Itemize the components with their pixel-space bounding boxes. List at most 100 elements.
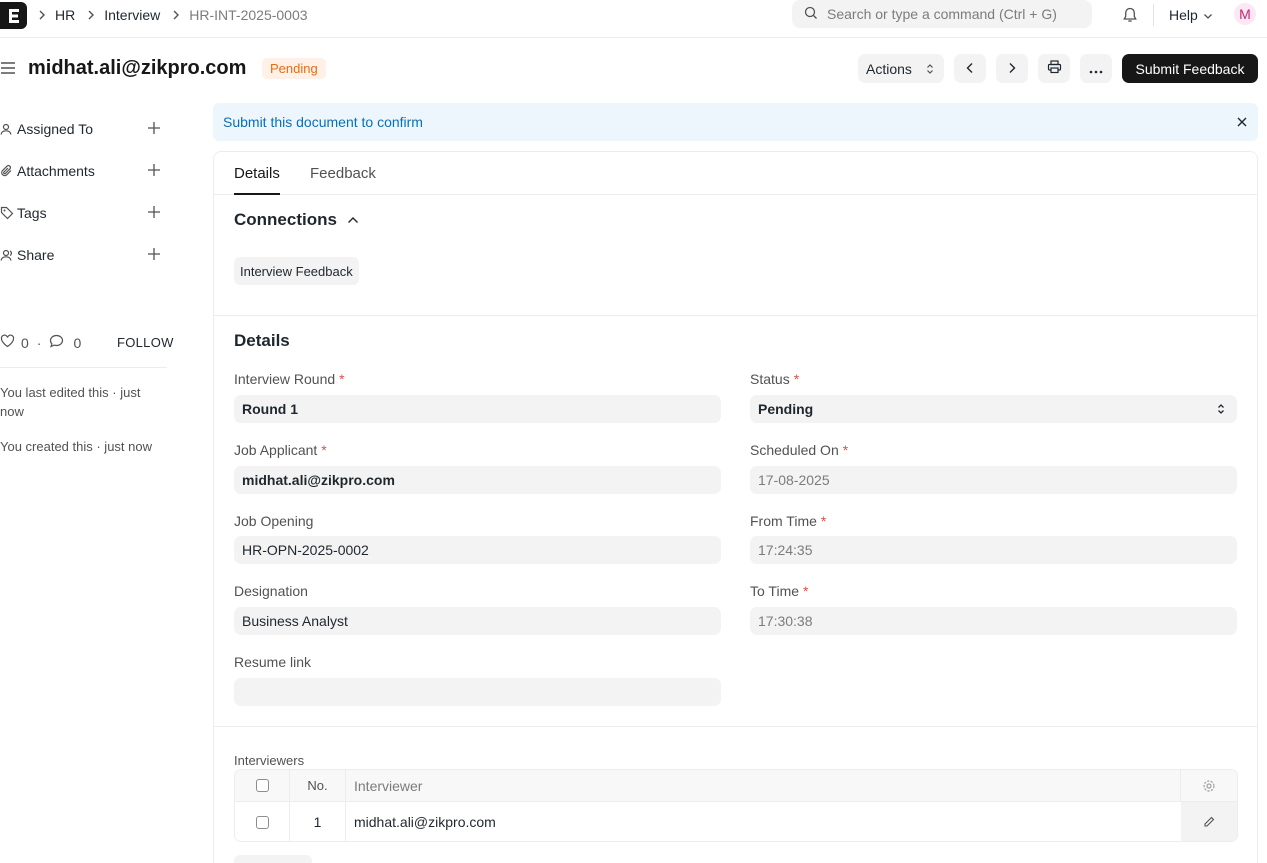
notification-bell-icon[interactable] [1121,6,1139,24]
search-bar[interactable] [792,0,1092,28]
scheduled-on-field[interactable]: 17-08-2025 [750,466,1237,494]
add-icon[interactable] [147,121,161,135]
actions-label: Actions [866,60,912,77]
table-header: No. Interviewer [235,770,1237,802]
job-opening-field[interactable]: HR-OPN-2025-0002 [234,536,721,564]
row-interviewer[interactable]: midhat.ali@zikpro.com [346,802,1181,841]
status-value: Pending [758,401,814,417]
tag-icon [0,206,14,220]
add-icon[interactable] [147,247,161,261]
job-opening-label: Job Opening [234,513,314,529]
row-select-cell [235,802,290,841]
row-number: 1 [290,802,346,841]
timeline-created: You created this · just now [0,439,152,454]
tab-details[interactable]: Details [234,165,280,182]
from-time-label: From Time * [750,513,827,529]
sidebar-item-label: Share [17,247,55,263]
close-icon[interactable] [1235,115,1249,129]
comment-icon[interactable] [49,334,64,351]
navbar: HR Interview HR-INT-2025-0003 Help M [0,0,1267,38]
select-updown-icon [1217,402,1225,418]
sidebar-divider [0,367,167,368]
sidebar-item-attachments[interactable]: Attachments [0,161,165,181]
avatar[interactable]: M [1234,3,1256,25]
sidebar-item-tags[interactable]: Tags [0,203,165,223]
designation-field[interactable]: Business Analyst [234,607,721,635]
status-select[interactable]: Pending [750,395,1237,423]
help-label: Help [1169,7,1198,23]
breadcrumb-current[interactable]: HR-INT-2025-0003 [189,7,307,23]
chevron-right-icon [38,10,46,20]
section-divider [214,315,1257,316]
connections-title: Connections [234,210,337,229]
assign-icon [0,122,14,136]
form-tabs: Details Feedback [214,152,1257,195]
select-all-checkbox[interactable] [255,779,269,792]
add-row-button[interactable] [234,855,312,863]
likes-count: 0 [21,334,29,351]
select-all-cell [235,770,290,801]
table-row[interactable]: 1 midhat.ali@zikpro.com [235,802,1237,841]
interview-feedback-link[interactable]: Interview Feedback [234,257,359,285]
chevron-down-icon [1203,7,1213,23]
add-icon[interactable] [147,163,161,177]
heart-icon[interactable] [0,334,15,351]
ellipsis-icon [1089,61,1103,77]
select-updown-icon [926,62,934,78]
next-doc-button[interactable] [996,54,1028,83]
from-time-field[interactable]: 17:24:35 [750,536,1237,564]
app-logo[interactable] [0,2,27,29]
more-options-button[interactable] [1080,54,1112,83]
alert-message: Submit this document to confirm [223,114,423,130]
resume-link-field[interactable] [234,678,721,706]
interview-round-label: Interview Round * [234,371,345,387]
pencil-icon[interactable] [1181,802,1237,841]
page-title: midhat.ali@zikpro.com [28,57,247,79]
form-card: Details Feedback Connections Interview F… [213,151,1258,863]
sidebar-toggle-icon[interactable] [1,61,15,75]
interview-round-field[interactable]: Round 1 [234,395,721,423]
to-time-label: To Time * [750,583,809,599]
status-label: Status * [750,371,800,387]
sidebar-item-share[interactable]: Share [0,245,165,265]
connections-section-toggle[interactable]: Connections [234,210,359,230]
search-input[interactable] [827,6,1087,22]
submit-alert: Submit this document to confirm [213,103,1258,141]
scheduled-on-label: Scheduled On * [750,442,849,458]
row-checkbox[interactable] [255,815,269,829]
to-time-field[interactable]: 17:30:38 [750,607,1237,635]
tab-feedback[interactable]: Feedback [310,165,376,182]
column-header-no: No. [290,770,346,801]
help-menu[interactable]: Help [1169,7,1213,23]
chevron-right-icon [1007,61,1017,77]
details-section-title: Details [234,331,290,350]
submit-feedback-button[interactable]: Submit Feedback [1122,54,1258,83]
printer-icon [1047,60,1062,77]
job-applicant-field[interactable]: midhat.ali@zikpro.com [234,466,721,494]
resume-link-label: Resume link [234,654,312,670]
chevron-right-icon [172,10,180,20]
breadcrumb-hr[interactable]: HR [55,7,75,23]
column-header-interviewer: Interviewer [346,770,1181,801]
comments-count: 0 [73,334,82,351]
interviewers-table: No. Interviewer 1 midhat.ali@zikpro.com [234,769,1238,842]
section-divider [214,726,1257,727]
chevron-left-icon [965,61,975,77]
dot-separator: · [36,334,42,351]
interviewers-label: Interviewers [234,753,305,768]
active-tab-indicator [234,193,280,195]
sidebar-item-assigned-to[interactable]: Assigned To [0,119,165,139]
add-icon[interactable] [147,205,161,219]
paperclip-icon [0,164,14,178]
timeline-last-edited: You last edited this · just now [0,385,141,419]
follow-button[interactable]: FOLLOW [117,335,174,350]
breadcrumb-interview[interactable]: Interview [104,7,160,23]
previous-doc-button[interactable] [954,54,986,83]
job-applicant-label: Job Applicant * [234,442,327,458]
breadcrumb: HR Interview HR-INT-2025-0003 [38,0,320,30]
navbar-divider [1153,4,1154,26]
actions-button[interactable]: Actions [858,54,944,83]
print-button[interactable] [1038,54,1070,83]
likes-comments: 0 · 0 [0,334,87,351]
settings-icon[interactable] [1181,770,1237,801]
